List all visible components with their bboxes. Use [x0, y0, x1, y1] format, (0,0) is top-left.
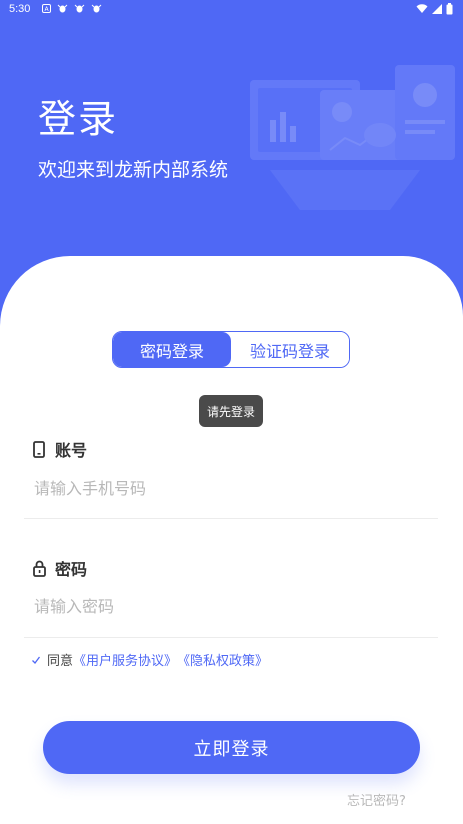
account-divider: [24, 518, 438, 519]
privacy-policy-link[interactable]: 《隐私权政策》: [177, 650, 268, 669]
signal-icon: [432, 4, 442, 17]
forgot-password-link[interactable]: 忘记密码?: [347, 790, 406, 809]
account-label: 账号: [55, 441, 88, 460]
dashboard-illustration-icon: [250, 65, 455, 210]
status-left-icons: A: [42, 3, 102, 16]
agreement-prefix: 同意: [47, 654, 74, 669]
password-label-row: 密码: [32, 556, 87, 580]
status-time: 5:30: [9, 3, 31, 15]
password-input[interactable]: [24, 588, 438, 624]
battery-icon: [446, 3, 453, 18]
wifi-icon: [416, 4, 428, 17]
bug-icon: [57, 3, 68, 16]
login-mode-tabs: 密码登录 验证码登录: [112, 331, 350, 368]
login-button[interactable]: 立即登录: [43, 721, 420, 774]
status-bar: 5:30 A: [0, 0, 463, 20]
user-agreement-link[interactable]: 《用户服务协议》: [73, 650, 177, 669]
bug-icon: [74, 3, 85, 16]
bug-icon: [91, 3, 102, 16]
page-subtitle: 欢迎来到龙新内部系统: [38, 159, 229, 181]
account-label-row: 账号: [32, 437, 87, 461]
svg-text:A: A: [44, 6, 49, 13]
account-input[interactable]: [24, 470, 438, 506]
agreement-row: 同意 《用户服务协议》 《隐私权政策》: [30, 650, 268, 669]
page-title: 登录: [38, 97, 119, 141]
toast-message: 请先登录: [199, 395, 263, 427]
agreement-checkbox[interactable]: [30, 654, 41, 665]
lock-icon: [32, 559, 46, 577]
status-right-icons: [416, 3, 453, 18]
phone-icon: [32, 440, 46, 458]
tab-code-login[interactable]: 验证码登录: [231, 332, 349, 367]
android-notification-icon: A: [42, 3, 51, 16]
password-label: 密码: [55, 560, 88, 579]
tab-password-login[interactable]: 密码登录: [113, 332, 231, 367]
password-divider: [24, 637, 438, 638]
